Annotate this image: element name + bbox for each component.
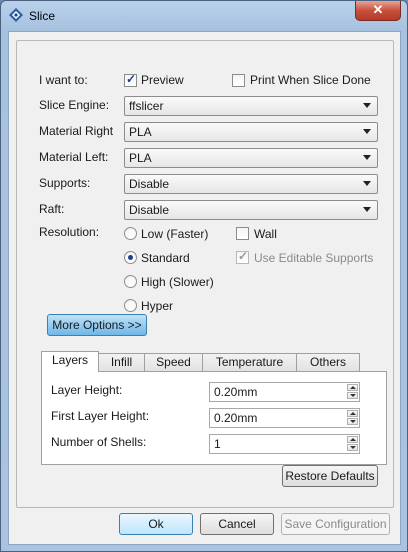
tab-speed[interactable]: Speed xyxy=(144,353,203,371)
tab-others[interactable]: Others xyxy=(296,353,360,371)
supports-value: Disable xyxy=(129,177,170,191)
wall-label[interactable]: Wall xyxy=(254,227,277,241)
material-right-label: Material Right xyxy=(39,124,114,138)
spin-down-icon[interactable] xyxy=(347,418,358,425)
shells-spinbox[interactable]: 1 xyxy=(209,434,360,454)
resolution-standard-radio[interactable] xyxy=(124,251,137,264)
resolution-hyper-label[interactable]: Hyper xyxy=(141,299,173,313)
raft-value: Disable xyxy=(129,203,170,217)
chevron-down-icon xyxy=(363,103,371,108)
slice-engine-select[interactable]: ffslicer xyxy=(124,96,378,116)
settings-group: I want to: Preview Print When Slice Done… xyxy=(16,40,394,508)
first-layer-height-value: 0.20mm xyxy=(214,411,258,425)
chevron-down-icon xyxy=(363,181,371,186)
material-left-select[interactable]: PLA xyxy=(124,148,378,168)
resolution-hyper-radio[interactable] xyxy=(124,299,137,312)
layer-height-label: Layer Height: xyxy=(51,383,123,397)
first-layer-height-spinbox[interactable]: 0.20mm xyxy=(209,408,360,428)
preview-checkbox[interactable] xyxy=(124,72,137,87)
material-right-select[interactable]: PLA xyxy=(124,122,378,142)
shells-value: 1 xyxy=(214,437,221,451)
ok-button[interactable]: Ok xyxy=(119,513,193,535)
spin-up-icon[interactable] xyxy=(347,436,358,443)
slice-app-icon xyxy=(9,8,23,22)
save-configuration-button[interactable]: Save Configuration xyxy=(281,513,390,535)
close-button[interactable]: ✕ xyxy=(355,1,401,21)
spin-down-icon[interactable] xyxy=(347,392,358,399)
shells-label: Number of Shells: xyxy=(51,435,147,449)
slice-engine-label: Slice Engine: xyxy=(39,98,110,112)
print-when-done-label[interactable]: Print When Slice Done xyxy=(250,73,371,87)
chevron-down-icon xyxy=(363,207,371,212)
spin-down-icon[interactable] xyxy=(347,444,358,451)
print-when-done-checkbox[interactable] xyxy=(232,74,245,87)
resolution-standard-label[interactable]: Standard xyxy=(141,251,190,265)
raft-label: Raft: xyxy=(39,202,65,216)
resolution-label: Resolution: xyxy=(39,225,100,239)
editable-supports-label[interactable]: Use Editable Supports xyxy=(254,251,373,265)
resolution-low-radio[interactable] xyxy=(124,227,137,240)
chevron-down-icon xyxy=(363,155,371,160)
close-icon: ✕ xyxy=(372,2,384,17)
spin-up-icon[interactable] xyxy=(347,410,358,417)
window-title: Slice xyxy=(29,9,56,23)
supports-select[interactable]: Disable xyxy=(124,174,378,194)
editable-supports-checkbox[interactable] xyxy=(236,249,249,264)
material-right-value: PLA xyxy=(129,125,152,139)
slice-engine-value: ffslicer xyxy=(129,99,164,113)
raft-select[interactable]: Disable xyxy=(124,200,378,220)
resolution-high-label[interactable]: High (Slower) xyxy=(141,275,214,289)
wall-checkbox[interactable] xyxy=(236,227,249,240)
resolution-low-label[interactable]: Low (Faster) xyxy=(141,227,208,241)
layers-panel: Layer Height: 0.20mm First Layer Height:… xyxy=(41,371,387,465)
resolution-high-radio[interactable] xyxy=(124,275,137,288)
spin-up-icon[interactable] xyxy=(347,384,358,391)
chevron-down-icon xyxy=(363,129,371,134)
material-left-value: PLA xyxy=(129,151,152,165)
layer-height-spinbox[interactable]: 0.20mm xyxy=(209,382,360,402)
restore-defaults-button[interactable]: Restore Defaults xyxy=(282,465,378,487)
tab-layers[interactable]: Layers xyxy=(41,351,99,372)
cancel-button[interactable]: Cancel xyxy=(200,513,274,535)
material-left-label: Material Left: xyxy=(39,150,109,164)
slice-dialog: Slice ✕ I want to: Preview Print When Sl… xyxy=(0,0,408,552)
tab-temperature[interactable]: Temperature xyxy=(202,353,297,371)
tab-infill[interactable]: Infill xyxy=(98,353,145,371)
supports-label: Supports: xyxy=(39,176,91,190)
layer-height-value: 0.20mm xyxy=(214,385,258,399)
i-want-to-label: I want to: xyxy=(39,73,88,87)
dialog-body: I want to: Preview Print When Slice Done… xyxy=(8,31,401,545)
preview-label[interactable]: Preview xyxy=(141,73,184,87)
more-options-button[interactable]: More Options >> xyxy=(47,314,147,336)
title-bar[interactable]: Slice ✕ xyxy=(1,1,407,31)
first-layer-height-label: First Layer Height: xyxy=(51,409,150,423)
